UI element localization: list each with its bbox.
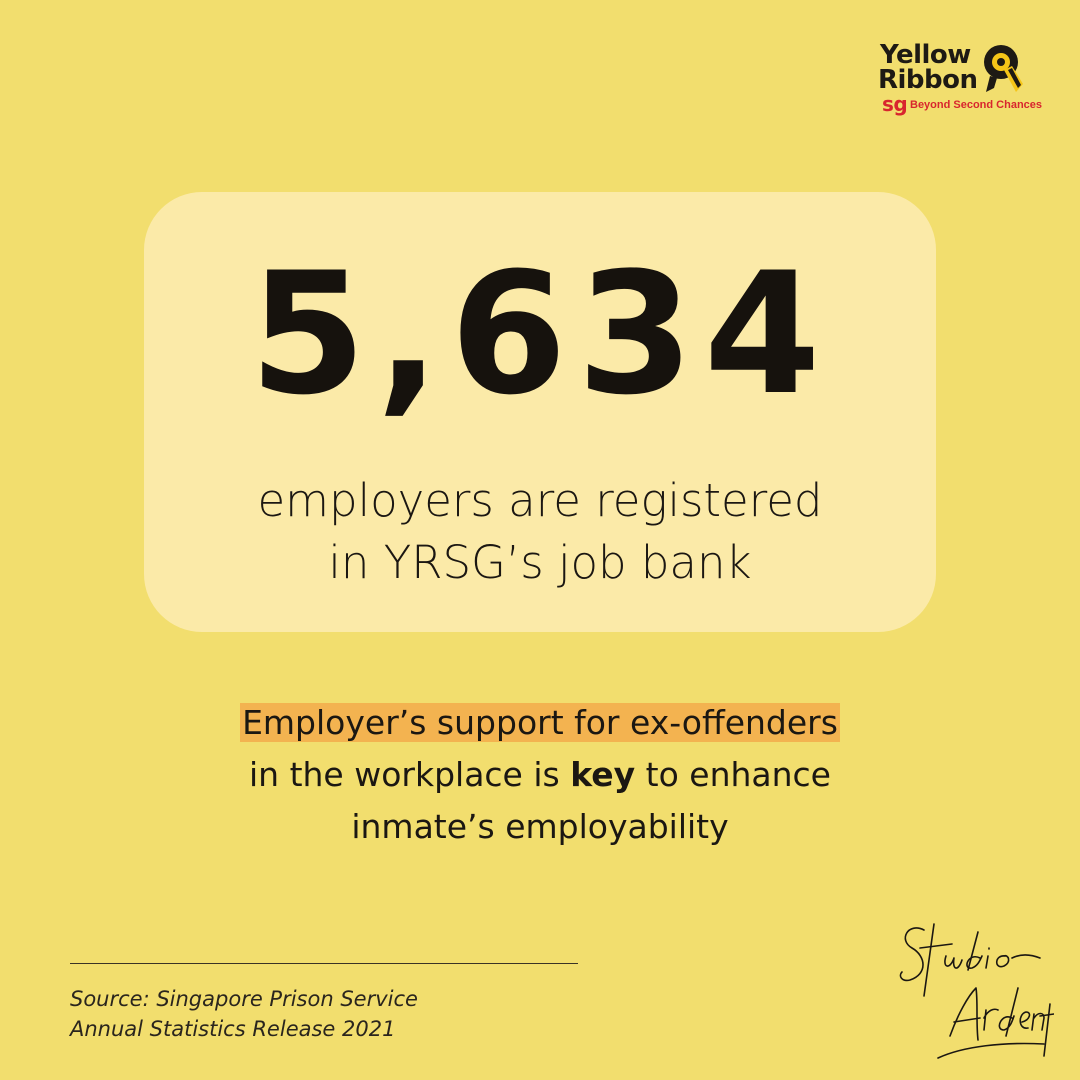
logo-sg: sg <box>882 92 908 116</box>
message-line-1: Employer’s support for ex-offenders <box>0 697 1080 749</box>
message-key-word: key <box>570 755 636 794</box>
yellow-ribbon-logo: Yellow Ribbon sg Beyond Second Chances <box>876 38 1056 116</box>
message-line-3: inmate’s employability <box>351 807 729 846</box>
source-line-2: Annual Statistics Release 2021 <box>70 1017 396 1041</box>
source-note: Source: Singapore Prison Service Annual … <box>70 984 418 1044</box>
message-line-2-after: to enhance <box>635 755 831 794</box>
message-line-2: in the workplace is key to enhance <box>0 749 1080 801</box>
yellow-ribbon-mark-icon <box>984 45 1023 92</box>
studio-signature-icon <box>899 923 1054 1059</box>
stat-caption: employers are registered in YRSG’s job b… <box>0 470 1080 594</box>
stat-number: 5,634 <box>249 236 831 432</box>
source-line-1: Source: Singapore Prison Service <box>70 987 418 1011</box>
source-divider <box>70 963 578 964</box>
stat-caption-line-2: in YRSG’s job bank <box>328 536 752 589</box>
logo-tagline: Beyond Second Chances <box>910 99 1043 111</box>
key-message: Employer’s support for ex-offenders in t… <box>0 697 1080 853</box>
stat-caption-line-1: employers are registered <box>257 474 823 527</box>
logo-word-ribbon: Ribbon <box>878 65 978 95</box>
message-line-2-before: in the workplace is <box>249 755 571 794</box>
highlighted-phrase: Employer’s support for ex-offenders <box>240 703 840 742</box>
